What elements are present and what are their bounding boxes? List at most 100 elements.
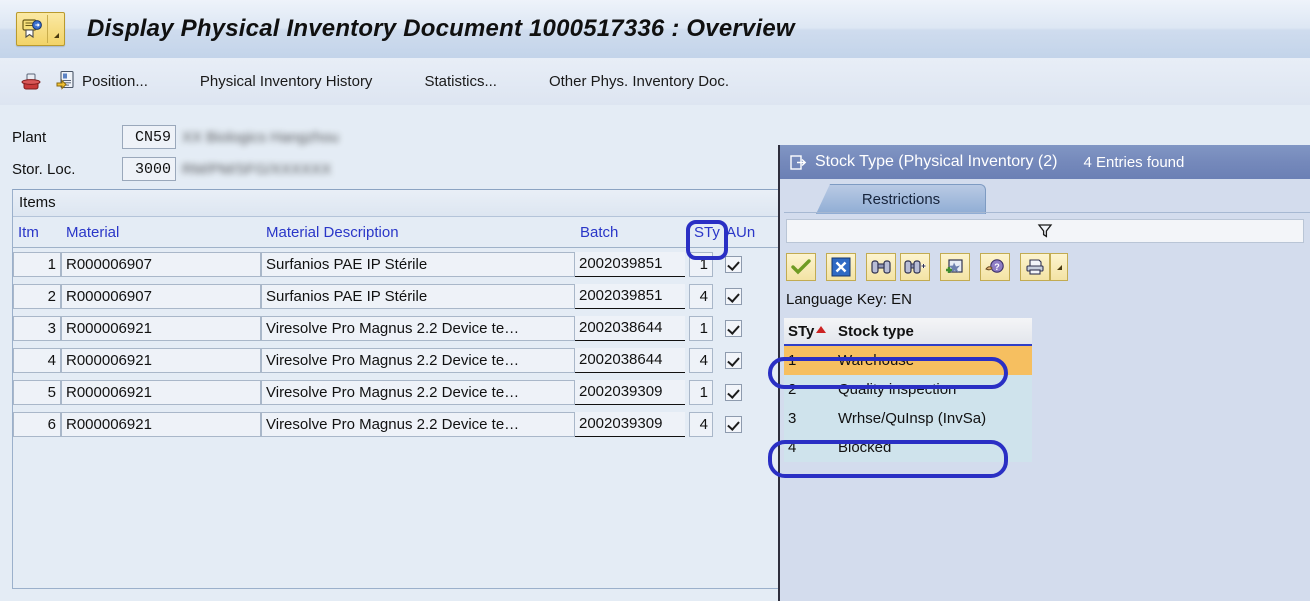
- stock-type-row[interactable]: 2 Quality inspection: [784, 375, 1032, 404]
- cell-itm[interactable]: 3: [13, 315, 61, 341]
- help-icon[interactable]: ?: [980, 253, 1010, 281]
- toolbar-item-physical-inventory-history[interactable]: Physical Inventory History: [188, 67, 379, 97]
- cell-batch[interactable]: 2002039851: [575, 251, 685, 277]
- cell-itm[interactable]: 4: [13, 347, 61, 373]
- stock-type-row-name: Quality inspection: [838, 381, 957, 398]
- dialog-title: Stock Type (Physical Inventory (2): [815, 153, 1058, 170]
- print-dropdown-icon[interactable]: [1050, 253, 1068, 281]
- checkbox-icon[interactable]: [724, 319, 742, 337]
- toolbar-item-statistics[interactable]: Statistics...: [412, 67, 503, 97]
- tab-label: Restrictions: [861, 191, 941, 208]
- cell-itm[interactable]: 6: [13, 411, 61, 437]
- cell-material[interactable]: R000006921: [61, 411, 261, 437]
- title-icon-button[interactable]: [16, 12, 65, 46]
- tab-restrictions[interactable]: Restrictions: [816, 184, 986, 214]
- cell-material[interactable]: R000006921: [61, 315, 261, 341]
- cell-material-description[interactable]: Viresolve Pro Magnus 2.2 Device te…: [261, 347, 575, 373]
- new-selection-icon[interactable]: [940, 253, 970, 281]
- stock-column-header-sty[interactable]: STy: [784, 323, 832, 340]
- checkbox-icon[interactable]: [724, 287, 742, 305]
- cell-material[interactable]: R000006907: [61, 251, 261, 277]
- cell-material[interactable]: R000006907: [61, 283, 261, 309]
- cell-sty[interactable]: 4: [689, 347, 713, 373]
- checkbox-icon[interactable]: [724, 415, 742, 433]
- stock-type-row[interactable]: 1 Warehouse: [784, 346, 1032, 375]
- find-binoculars-icon[interactable]: [866, 253, 896, 281]
- cell-material-description[interactable]: Viresolve Pro Magnus 2.2 Device te…: [261, 411, 575, 437]
- toolbar-item-label: Other Phys. Inventory Doc.: [548, 73, 730, 90]
- cell-aun-checkbox[interactable]: [713, 316, 753, 341]
- column-header-material[interactable]: Material: [61, 224, 261, 241]
- dialog-tabstrip: Restrictions: [780, 179, 1310, 214]
- dialog-toolbar: ?: [786, 253, 1310, 281]
- language-key-label: Language Key: EN: [786, 291, 912, 308]
- column-header-aun[interactable]: AUn: [721, 224, 761, 241]
- checkbox-icon[interactable]: [724, 255, 742, 273]
- cell-material-description[interactable]: Viresolve Pro Magnus 2.2 Device te…: [261, 379, 575, 405]
- cell-sty[interactable]: 1: [689, 251, 713, 277]
- cell-material-description[interactable]: Surfanios PAE IP Stérile: [261, 251, 575, 277]
- cell-aun-checkbox[interactable]: [713, 412, 753, 437]
- cell-material-description[interactable]: Surfanios PAE IP Stérile: [261, 283, 575, 309]
- stock-column-header-stock-type[interactable]: Stock type: [832, 323, 914, 340]
- cell-aun-checkbox[interactable]: [713, 348, 753, 373]
- cell-sty[interactable]: 4: [689, 411, 713, 437]
- cell-batch[interactable]: 2002038644: [575, 315, 685, 341]
- column-header-sty[interactable]: STy: [689, 224, 721, 241]
- stock-type-row-name: Warehouse: [838, 352, 915, 369]
- storage-location-label: Stor. Loc.: [12, 160, 76, 178]
- dialog-body: Restrictions ? Language Key: EN STy Stoc…: [780, 179, 1310, 601]
- sort-ascending-icon: [816, 325, 826, 333]
- funnel-filter-icon[interactable]: [1036, 222, 1054, 245]
- storage-location-field-row: Stor. Loc. 3000 RM/PM/SFG/XXXXXX: [12, 156, 331, 182]
- stock-type-dialog: Stock Type (Physical Inventory (2) 4 Ent…: [778, 145, 1310, 601]
- checkbox-icon[interactable]: [724, 383, 742, 401]
- cell-itm[interactable]: 5: [13, 379, 61, 405]
- cell-sty[interactable]: 1: [689, 315, 713, 341]
- plant-field-row: Plant CN59 XX Biologics Hangzhou: [12, 124, 339, 150]
- stock-type-table-header: STy Stock type: [784, 318, 1032, 346]
- cell-batch[interactable]: 2002039309: [575, 411, 685, 437]
- stock-type-row-name: Wrhse/QuInsp (InvSa): [838, 410, 987, 427]
- column-header-itm[interactable]: Itm: [13, 224, 61, 241]
- print-icon[interactable]: [1020, 253, 1050, 281]
- dialog-filter-bar[interactable]: [786, 219, 1304, 243]
- svg-text:?: ?: [994, 262, 1000, 272]
- cell-batch[interactable]: 2002039309: [575, 379, 685, 405]
- find-next-binoculars-icon[interactable]: [900, 253, 930, 281]
- print-icon[interactable]: [18, 69, 44, 95]
- plant-input[interactable]: CN59: [122, 125, 176, 149]
- toolbar-item-other-phys-inventory-doc[interactable]: Other Phys. Inventory Doc.: [537, 67, 735, 97]
- toolbar-item-position[interactable]: Position...: [50, 67, 154, 97]
- confirm-check-icon[interactable]: [786, 253, 816, 281]
- storage-location-input[interactable]: 3000: [122, 157, 176, 181]
- stock-type-row-name: Blocked: [838, 439, 892, 456]
- stock-type-row-key: 1: [788, 352, 797, 369]
- cancel-x-icon[interactable]: [826, 253, 856, 281]
- stock-type-row[interactable]: 3 Wrhse/QuInsp (InvSa): [784, 404, 1032, 433]
- cell-sty[interactable]: 1: [689, 379, 713, 405]
- stock-type-row-key: 2: [788, 381, 797, 398]
- cell-sty[interactable]: 4: [689, 283, 713, 309]
- cell-material[interactable]: R000006921: [61, 347, 261, 373]
- cell-batch[interactable]: 2002038644: [575, 347, 685, 373]
- column-header-material-description[interactable]: Material Description: [261, 224, 575, 241]
- position-document-icon: [56, 70, 76, 94]
- stock-type-row-key: 4: [788, 439, 797, 456]
- plant-label: Plant: [12, 128, 47, 146]
- cell-material[interactable]: R000006921: [61, 379, 261, 405]
- storage-location-description: RM/PM/SFG/XXXXXX: [182, 160, 332, 178]
- dialog-title-bar: Stock Type (Physical Inventory (2) 4 Ent…: [780, 145, 1310, 179]
- cell-itm[interactable]: 1: [13, 251, 61, 277]
- checkbox-icon[interactable]: [724, 351, 742, 369]
- cell-batch[interactable]: 2002039851: [575, 283, 685, 309]
- column-header-batch[interactable]: Batch: [575, 224, 685, 241]
- stock-type-row[interactable]: 4 Blocked: [784, 433, 1032, 462]
- cell-aun-checkbox[interactable]: [713, 284, 753, 309]
- title-icon-dropdown-arrow[interactable]: [48, 14, 64, 44]
- cell-material-description[interactable]: Viresolve Pro Magnus 2.2 Device te…: [261, 315, 575, 341]
- cell-itm[interactable]: 2: [13, 283, 61, 309]
- cell-aun-checkbox[interactable]: [713, 380, 753, 405]
- cell-aun-checkbox[interactable]: [713, 252, 753, 277]
- stock-column-header-sty-label: STy: [788, 322, 815, 340]
